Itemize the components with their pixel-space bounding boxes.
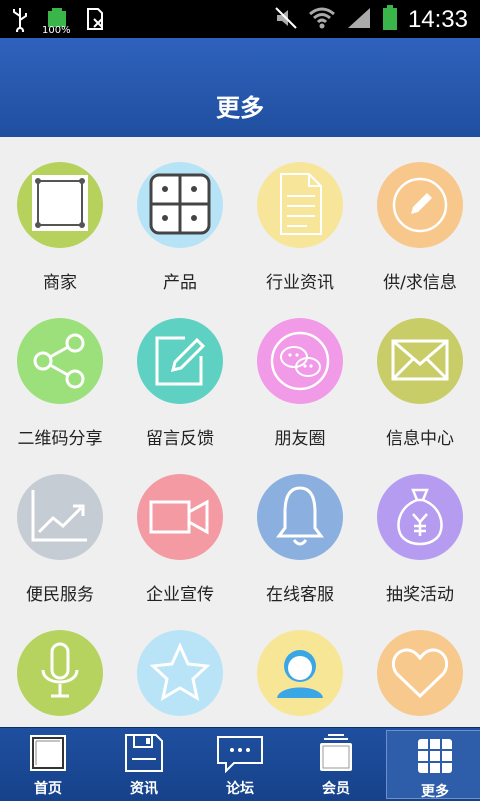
- grid-item-promotion[interactable]: 企业宣传: [120, 449, 240, 605]
- usb-icon: [10, 6, 30, 36]
- status-right-icons: 14:33: [274, 4, 468, 36]
- battery-full-icon: 100%: [42, 7, 71, 36]
- tab-forum[interactable]: 论坛: [192, 728, 288, 801]
- grid-item-icon-bg: [377, 318, 463, 404]
- chat-icon: [217, 736, 263, 773]
- feature-grid: 商家 产品 行业资讯 供/求信息 二维码分享 留言反馈 朋友圈 信息中心 便民服…: [0, 137, 480, 727]
- grid-item-icon-bg: [137, 474, 223, 560]
- grid-item-moments[interactable]: 朋友圈: [240, 293, 360, 449]
- grid-item-qr-share[interactable]: 二维码分享: [0, 293, 120, 449]
- grid-item-label: 朋友圈: [274, 429, 326, 449]
- grid-item-label: 商家: [43, 273, 77, 293]
- grid-item-icon-bg: [17, 318, 103, 404]
- tab-label: 资讯: [130, 781, 158, 797]
- bottom-tab-bar: 首页 资讯 论坛 会员 更多: [0, 727, 480, 801]
- grid-item-icon-bg: [137, 162, 223, 248]
- grid-item-icon-bg: [137, 630, 223, 716]
- grid-item-icon-bg: [377, 630, 463, 716]
- wifi-icon: [308, 6, 336, 34]
- grid-item-feedback[interactable]: 留言反馈: [120, 293, 240, 449]
- frame-icon: [32, 175, 88, 231]
- member-card-icon: [320, 734, 352, 771]
- heart-icon: [391, 648, 449, 699]
- status-bar: 100% 14:33: [0, 0, 480, 38]
- grid-item-industry-news[interactable]: 行业资讯: [240, 137, 360, 293]
- grid-item-icon-bg: [257, 474, 343, 560]
- status-left-icons: 100%: [10, 6, 106, 36]
- grid-item-lottery[interactable]: 抽奖活动: [360, 449, 480, 605]
- grid-item-icon-bg: [17, 474, 103, 560]
- edit-note-icon: [155, 336, 206, 386]
- grid-item-convenience[interactable]: 便民服务: [0, 449, 120, 605]
- tab-more[interactable]: 更多: [386, 730, 480, 800]
- envelope-icon: [391, 339, 449, 381]
- grid-icon: [418, 739, 452, 773]
- microphone-icon: [41, 642, 79, 698]
- grid-item-label: 行业资讯: [266, 273, 334, 293]
- grid-item-icon-bg: [17, 162, 103, 248]
- grid-item-icon-bg: [377, 162, 463, 248]
- grid-item-icon-bg: [257, 318, 343, 404]
- grid-item-label: 供/求信息: [383, 273, 457, 293]
- tab-label: 论坛: [226, 781, 254, 797]
- status-time: 14:33: [407, 6, 468, 33]
- page-header: 更多: [0, 38, 480, 137]
- grid-item-customer-service[interactable]: 在线客服: [240, 449, 360, 605]
- tab-label: 会员: [322, 781, 350, 797]
- grid-item-label: 企业宣传: [146, 585, 214, 605]
- tab-news[interactable]: 资讯: [96, 728, 192, 801]
- sim-icon: [84, 7, 106, 35]
- grid-item-merchant[interactable]: 商家: [0, 137, 120, 293]
- star-icon: [149, 642, 211, 702]
- four-squares-icon: [149, 173, 211, 235]
- grid-item-label: 产品: [163, 273, 197, 293]
- grid-item-icon-bg: [257, 162, 343, 248]
- page-title: 更多: [216, 94, 264, 122]
- save-icon: [125, 734, 163, 772]
- grid-item-voice[interactable]: [0, 605, 120, 727]
- chat-bubbles-icon: [270, 331, 330, 391]
- pencil-circle-icon: [392, 177, 448, 233]
- grid-item-favorites[interactable]: [120, 605, 240, 727]
- battery-percent-label: 100%: [42, 25, 71, 36]
- tab-label: 首页: [34, 781, 62, 797]
- trend-chart-icon: [31, 490, 87, 542]
- grid-item-label: 二维码分享: [17, 429, 103, 449]
- tab-home[interactable]: 首页: [0, 728, 96, 801]
- money-bag-icon: [397, 488, 443, 546]
- grid-item-icon-bg: [137, 318, 223, 404]
- home-icon: [30, 735, 66, 771]
- grid-item-label: 留言反馈: [146, 429, 214, 449]
- grid-item-message-center[interactable]: 信息中心: [360, 293, 480, 449]
- grid-item-icon-bg: [17, 630, 103, 716]
- grid-item-label: 便民服务: [26, 585, 94, 605]
- mute-icon: [274, 6, 298, 34]
- grid-item-profile[interactable]: [240, 605, 360, 727]
- grid-item-icon-bg: [377, 474, 463, 560]
- share-icon: [33, 333, 85, 389]
- video-camera-icon: [149, 499, 209, 535]
- user-icon: [277, 650, 323, 698]
- document-icon: [280, 173, 322, 235]
- grid-item-products[interactable]: 产品: [120, 137, 240, 293]
- signal-icon: [346, 6, 372, 34]
- grid-item-label: 在线客服: [266, 585, 334, 605]
- grid-item-label: 抽奖活动: [386, 585, 454, 605]
- grid-item-icon-bg: [257, 630, 343, 716]
- grid-item-likes[interactable]: [360, 605, 480, 727]
- grid-item-label: 信息中心: [386, 429, 454, 449]
- grid-item-supply-demand[interactable]: 供/求信息: [360, 137, 480, 293]
- tab-member[interactable]: 会员: [288, 728, 384, 801]
- bell-icon: [276, 486, 324, 546]
- battery-icon: [382, 4, 398, 36]
- tab-label: 更多: [421, 784, 449, 800]
